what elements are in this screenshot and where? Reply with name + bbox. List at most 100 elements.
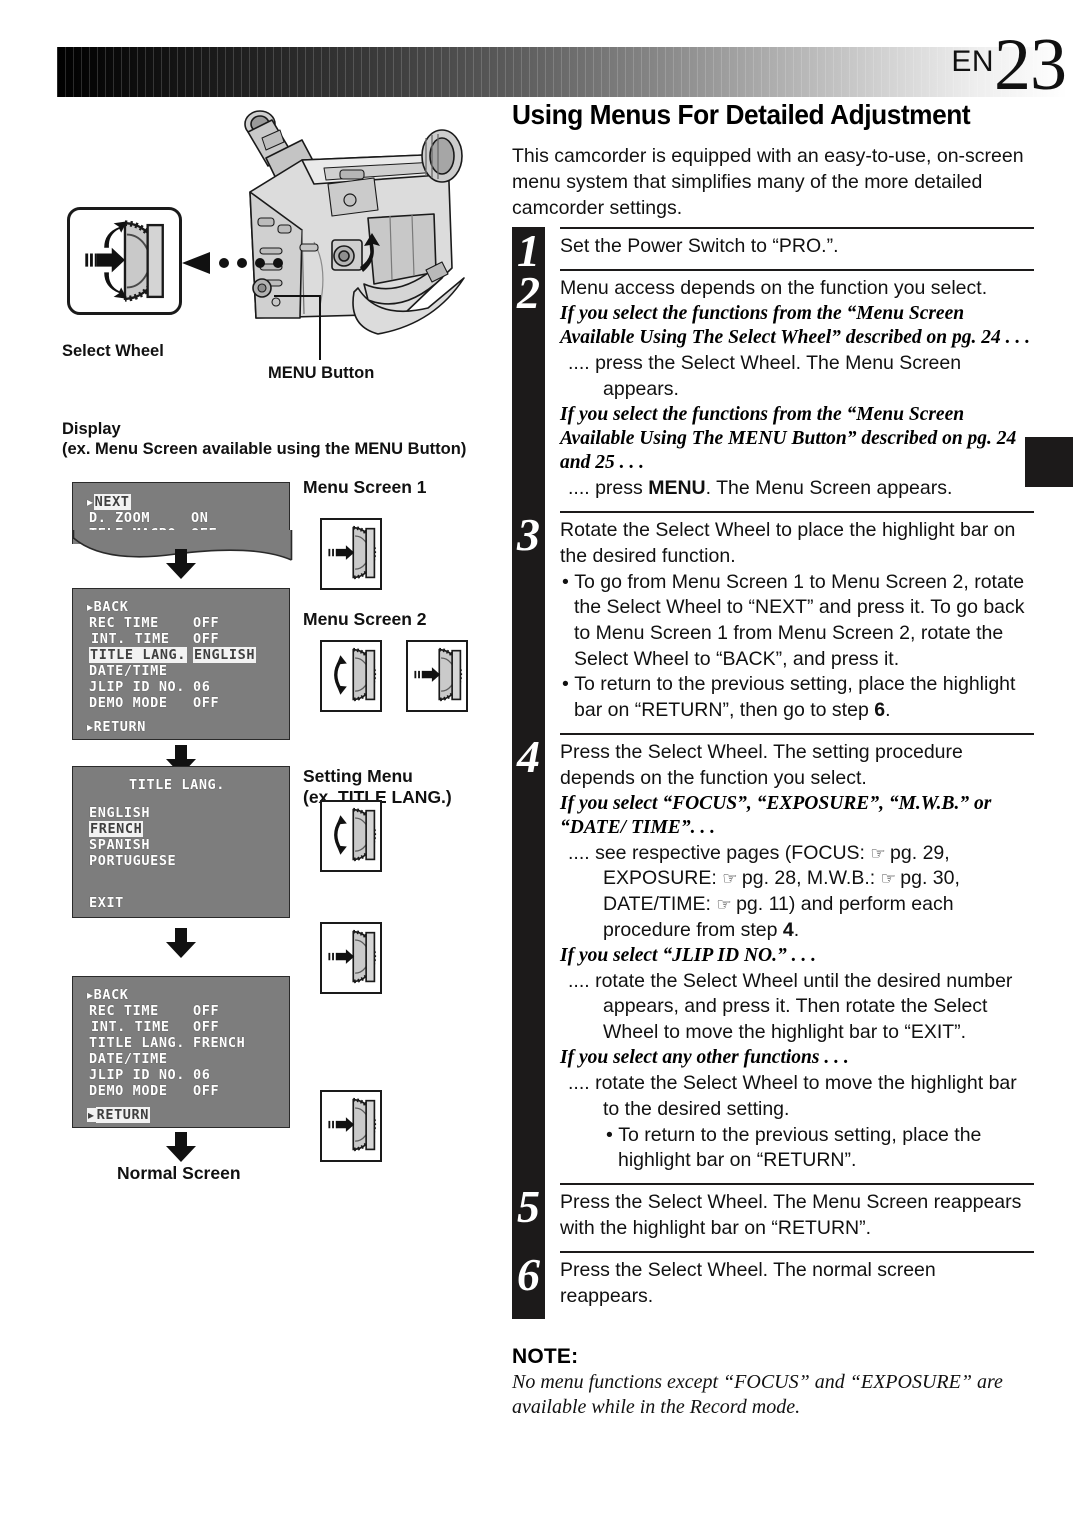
osd2-row7-marker: ▸ (87, 720, 94, 734)
normal-screen-label: Normal Screen (117, 1163, 241, 1183)
osd2-row3-value: ENGLISH (193, 647, 257, 663)
step-6-text: Press the Select Wheel. The normal scree… (560, 1258, 936, 1307)
osd1-row1-label: D. ZOOM (89, 510, 151, 526)
note-title: NOTE: (512, 1344, 579, 1368)
step-4-case1-body: .... see respective pages (FOCUS: ☞ pg. … (560, 841, 1034, 945)
manual-page: EN23 Select Wheel MENU Button Display (e… (0, 0, 1080, 1533)
osd2-row7-label: RETURN (93, 719, 146, 735)
osd4-row7-marker: ▸ (87, 1108, 96, 1122)
osd4-row1-value: OFF (193, 1003, 220, 1019)
menu-screen-2-label: Menu Screen 2 (303, 609, 427, 629)
osd-setting-menu: TITLE LANG. ENGLISH FRENCH SPANISH PORTU… (72, 766, 290, 918)
osd1-row0-marker: ▸ (87, 495, 94, 509)
osd3-row2-label: SPANISH (89, 837, 151, 853)
osd2-row0-label: BACK (93, 599, 129, 615)
step-4-case1-l4: procedure from step 4. (570, 918, 1034, 944)
select-wheel-icon (85, 220, 164, 302)
osd4-row4-label: DATE/TIME (89, 1051, 168, 1067)
osd2-row2-value: OFF (193, 631, 220, 647)
wheel-rotate-icon (334, 807, 377, 862)
step-3-number: 3 (512, 510, 545, 733)
osd4-row7-label: RETURN (95, 1107, 150, 1123)
display-sublabel: (ex. Menu Screen available using the MEN… (62, 440, 467, 458)
step-4-case2-l3: Wheel to move the highlight bar to “EXIT… (603, 1021, 967, 1044)
illustration-column: Select Wheel MENU Button Display (ex. Me… (0, 0, 512, 1533)
page-number: EN23 (951, 28, 1067, 102)
step-4-case3-bullet-text: To return to the previous setting, place… (618, 1123, 982, 1172)
osd2-row1-label: REC TIME (89, 615, 159, 631)
osd4-row0-marker: ▸ (87, 988, 94, 1002)
wheel-press-icon (328, 1097, 377, 1152)
menu-keyword: MENU (648, 476, 706, 499)
flow-arrow-3 (166, 928, 196, 958)
osd2-row1-value: OFF (193, 615, 220, 631)
osd3-title: TITLE LANG. (129, 777, 226, 793)
wheel-press-icon (414, 647, 463, 702)
wheel-press-icon (328, 929, 377, 984)
osd4-row5-value: 06 (193, 1067, 211, 1083)
step-1-number: 1 (512, 227, 545, 274)
step-3-bullet-1-text: To go from Menu Screen 1 to Menu Screen … (574, 570, 1025, 670)
step-6: 6 Press the Select Wheel. The normal scr… (512, 1250, 1034, 1319)
display-label: Display (62, 420, 121, 438)
step-3: 3 Rotate the Select Wheel to place the h… (512, 510, 1034, 733)
wheel-press-icon-box-1 (320, 518, 382, 590)
wheel-rotate-icon-box-2 (320, 800, 382, 872)
osd4-row3-value: FRENCH (193, 1035, 246, 1051)
step-6-number: 6 (512, 1250, 545, 1319)
osd2-row4-label: DATE/TIME (89, 663, 168, 679)
osd1-row0-label: NEXT (93, 494, 131, 510)
step-2-case2-heading: If you select the functions from the “Me… (560, 403, 1017, 474)
step-4-case1-l1: .... see respective pages (FOCUS: (568, 841, 871, 864)
step-4-case2-l1: .... rotate the Select Wheel until the d… (568, 969, 1013, 992)
step-5: 5 Press the Select Wheel. The Menu Scree… (512, 1183, 1034, 1251)
step-2-text: Menu access depends on the function you … (560, 277, 988, 300)
osd2-row2-label: INT. TIME (91, 631, 170, 647)
step-5-text: Press the Select Wheel. The Menu Screen … (560, 1191, 1022, 1239)
language-code: EN (951, 45, 994, 78)
osd4-row3-label: TITLE LANG. (89, 1035, 186, 1051)
camcorder-illustration (244, 110, 465, 360)
osd2-row0-marker: ▸ (87, 600, 94, 614)
osd3-row1-label: FRENCH (89, 821, 144, 837)
step-4-case1-l3-label: DATE/TIME: (603, 893, 717, 916)
flow-arrow-1 (166, 549, 196, 579)
osd-menu-screen-2-updated: ▸BACK REC TIME OFF INT. TIME OFF TITLE L… (72, 976, 290, 1128)
step-4-case1-l4-pre: procedure from step (603, 919, 783, 942)
osd2-row5-label: JLIP ID NO. (89, 679, 186, 695)
menu-button-label: MENU Button (268, 364, 375, 382)
step-3-bullet-1: • To go from Menu Screen 1 to Menu Scree… (562, 570, 1025, 670)
wheel-press-icon-box-3 (320, 922, 382, 994)
step-4-pg4: pg. 11) and perform each (736, 893, 954, 916)
step-2-case1-line1: .... press the Select Wheel. The Menu Sc… (568, 351, 962, 374)
instructions-column: Using Menus For Detailed Adjustment This… (512, 99, 1034, 1421)
osd4-row2-value: OFF (193, 1019, 220, 1035)
step-4-case1-heading: If you select “FOCUS”, “EXPOSURE”, “M.W.… (560, 792, 992, 839)
flow-arrow-4 (166, 1132, 196, 1162)
step-4-case1-l4-post: . (793, 919, 800, 942)
step-2-case2-body: .... press MENU. The Menu Screen appears… (560, 476, 1034, 502)
pointing-hand-icon: ☞ (870, 843, 885, 864)
intro-paragraph: This camcorder is equipped with an easy-… (512, 144, 1024, 220)
step-4: 4 Press the Select Wheel. The setting pr… (512, 732, 1034, 1184)
step-4-case1-l2: EXPOSURE: ☞ pg. 28, M.W.B.: ☞ pg. 30, (570, 866, 1034, 892)
step-4-case2-heading: If you select “JLIP ID NO.” . . . (560, 945, 816, 967)
menu-screen-1-label: Menu Screen 1 (303, 477, 427, 497)
osd4-row2-label: INT. TIME (91, 1019, 170, 1035)
osd-menu-screen-2: ▸BACK REC TIME OFF INT. TIME OFF TITLE L… (72, 588, 290, 740)
step-4-case2-body: .... rotate the Select Wheel until the d… (560, 969, 1034, 1047)
wheel-rotate-icon (334, 647, 377, 702)
step-1-text: Set the Power Switch to “PRO.”. (560, 235, 839, 258)
select-wheel-callout-box (67, 207, 182, 315)
osd3-row3-label: PORTUGUESE (89, 853, 177, 869)
step-4-stepref: 4 (782, 919, 794, 942)
pointing-hand-icon: ☞ (880, 869, 896, 890)
step-1: 1 Set the Power Switch to “PRO.”. (512, 227, 1034, 274)
osd3-row4-label: EXIT (89, 895, 124, 911)
osd4-row6-label: DEMO MODE (89, 1083, 168, 1099)
step-4-pg3: pg. 30, (900, 867, 960, 890)
osd1-row1-value: ON (191, 510, 209, 526)
osd4-row6-value: OFF (193, 1083, 220, 1099)
wheel-press-icon-box-2 (406, 640, 468, 712)
step-2-case1-body: .... press the Select Wheel. The Menu Sc… (560, 351, 1034, 403)
